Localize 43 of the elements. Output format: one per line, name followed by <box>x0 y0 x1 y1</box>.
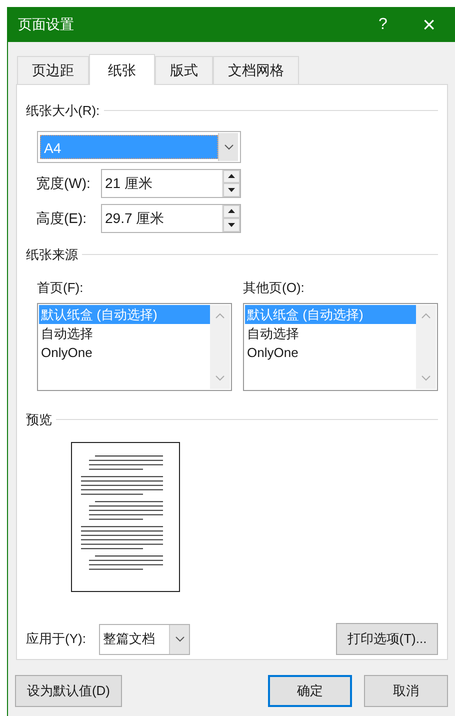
list-label: 其他页(O): <box>243 279 306 297</box>
dialog-button[interactable]: 取消 <box>364 675 448 707</box>
up-arrow-icon <box>228 174 235 178</box>
section-heading: 纸张大小(R): <box>26 102 100 120</box>
tab[interactable]: 页边距 <box>17 56 89 84</box>
dialog-button[interactable]: 确定 <box>268 675 352 707</box>
print-options-button[interactable]: 打印选项(T)... <box>336 623 438 655</box>
chevron-down-icon <box>174 636 184 642</box>
scrollbar[interactable] <box>210 304 230 388</box>
section-heading: 预览 <box>26 410 52 428</box>
spin-down-button[interactable] <box>223 218 240 232</box>
chevron-up-icon <box>215 312 225 318</box>
spin-up-button[interactable] <box>223 204 240 218</box>
chevron-down-icon <box>421 374 431 380</box>
down-arrow-icon <box>228 222 235 227</box>
scrollbar[interactable] <box>416 304 436 388</box>
list-item[interactable]: 自动选择 <box>39 324 210 342</box>
field-label: 宽度(W): <box>36 174 92 193</box>
tab[interactable]: 版式 <box>155 56 213 84</box>
chevron-up-icon <box>421 312 431 318</box>
field-label: 高度(E): <box>36 208 88 228</box>
dialog-button[interactable]: 设为默认值(D) <box>15 675 122 707</box>
spin-up-button[interactable] <box>223 170 240 183</box>
dropdown-value: A4 <box>40 134 218 158</box>
chevron-down-icon <box>215 374 225 380</box>
chevron-down-icon <box>224 144 234 150</box>
spin-field[interactable]: 21 厘米 <box>101 168 241 198</box>
apply-to-dropdown[interactable]: 整篇文档 <box>99 624 190 654</box>
list-item[interactable]: OnlyOne <box>39 342 210 362</box>
down-arrow-icon <box>228 188 235 192</box>
tab[interactable]: 文档网格 <box>213 56 299 84</box>
list-label: 首页(F): <box>37 279 84 297</box>
section-heading: 纸张来源 <box>26 246 78 264</box>
list-item[interactable]: 自动选择 <box>245 324 416 342</box>
help-button[interactable]: ? <box>363 7 403 42</box>
spin-down-button[interactable] <box>223 183 240 196</box>
close-button[interactable]: × <box>403 7 455 42</box>
window-title: 页面设置 <box>18 15 75 34</box>
spin-field[interactable]: 29.7 厘米 <box>101 204 241 232</box>
field-label: 应用于(Y): <box>26 630 87 648</box>
list-item[interactable]: OnlyOne <box>245 342 416 362</box>
tab[interactable]: 纸张 <box>89 54 155 85</box>
up-arrow-icon <box>228 209 235 214</box>
